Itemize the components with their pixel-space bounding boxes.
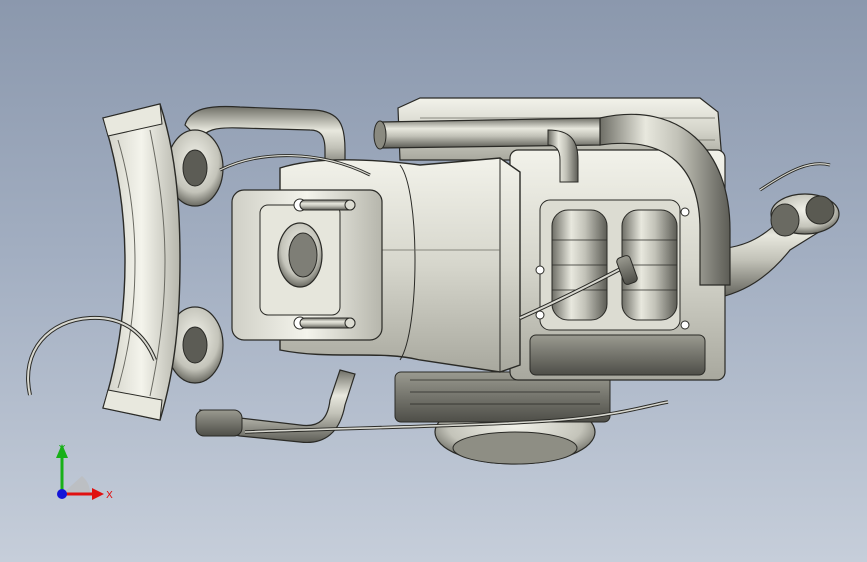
y-axis-label: Y: [58, 444, 66, 455]
engine-assembly-model[interactable]: [0, 0, 867, 562]
front-block: [231, 189, 383, 341]
orientation-triad: Y X: [56, 444, 113, 501]
graphics-viewport[interactable]: Y X: [0, 0, 867, 562]
z-axis-origin-icon: [57, 489, 67, 499]
x-axis-label: X: [106, 490, 113, 501]
x-axis-head-icon: [92, 488, 104, 500]
radiator: [102, 103, 181, 421]
cylinder-left: [551, 209, 608, 321]
